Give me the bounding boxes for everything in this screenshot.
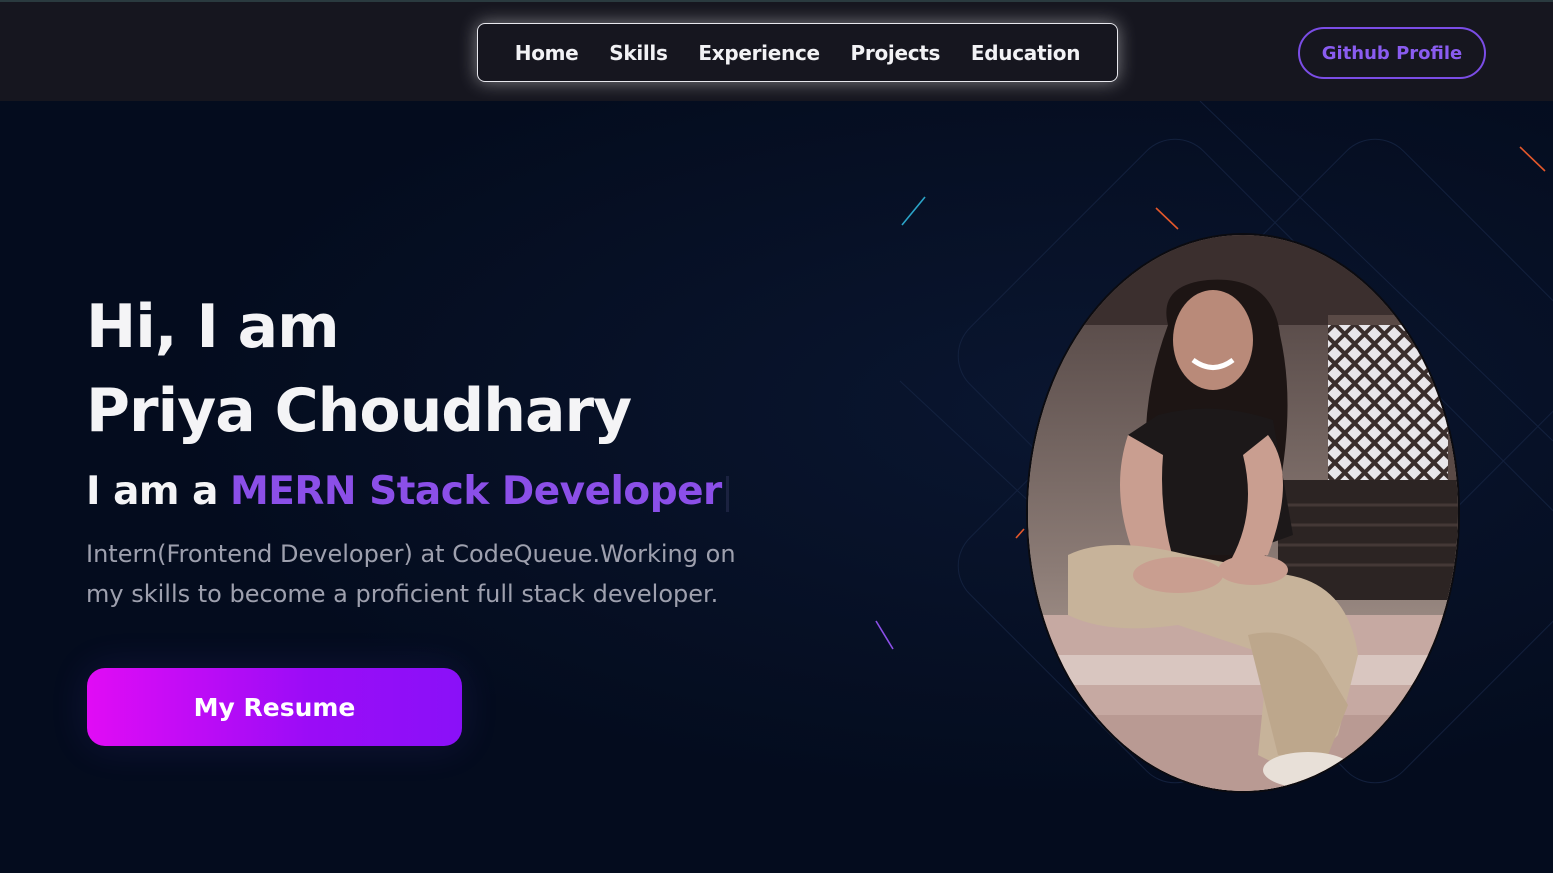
hero-name: Priya Choudhary xyxy=(86,376,632,446)
main-nav: Home Skills Experience Projects Educatio… xyxy=(477,23,1118,82)
greeting-text: Hi, I am xyxy=(86,292,340,362)
role-prefix: I am a xyxy=(86,469,218,514)
role-title: MERN Stack Developer xyxy=(229,469,722,514)
page: Home Skills Experience Projects Educatio… xyxy=(0,0,1553,873)
typing-cursor xyxy=(725,475,729,512)
profile-photo-illustration xyxy=(1028,235,1458,791)
github-profile-button[interactable]: Github Profile xyxy=(1298,27,1486,79)
hero-heading: Hi, I am Priya Choudhary xyxy=(86,285,632,453)
nav-item-experience[interactable]: Experience xyxy=(698,41,820,65)
hero-description: Intern(Frontend Developer) at CodeQueue.… xyxy=(86,540,736,608)
nav-item-projects[interactable]: Projects xyxy=(851,41,941,65)
my-resume-button[interactable]: My Resume xyxy=(87,668,462,746)
profile-photo xyxy=(1026,233,1460,793)
nav-item-home[interactable]: Home xyxy=(515,41,579,65)
nav-item-education[interactable]: Education xyxy=(971,41,1081,65)
nav-item-skills[interactable]: Skills xyxy=(609,41,668,65)
header-bar: Home Skills Experience Projects Educatio… xyxy=(0,0,1553,101)
role-line: I am a MERN Stack Developer xyxy=(86,468,729,516)
